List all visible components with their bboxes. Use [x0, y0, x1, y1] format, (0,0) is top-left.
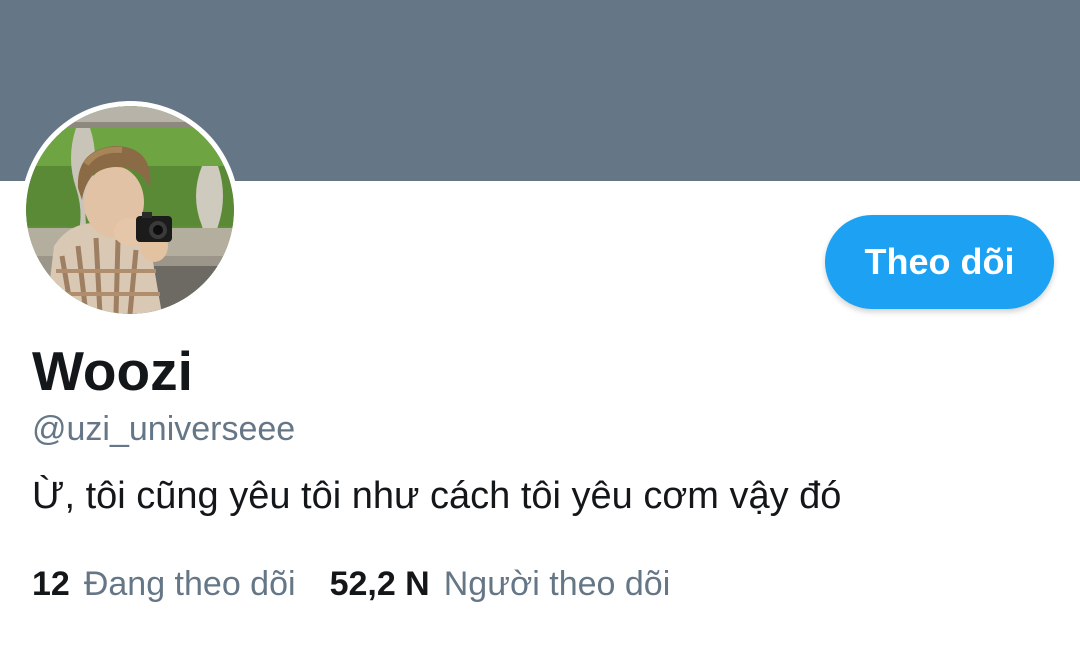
following-count: 12 — [32, 565, 70, 603]
follow-button[interactable]: Theo dõi — [825, 215, 1054, 309]
display-name: Woozi — [32, 340, 193, 402]
following-stat[interactable]: 12 Đang theo dõi — [32, 562, 296, 606]
following-label: Đang theo dõi — [83, 565, 296, 603]
followers-label: Người theo dõi — [443, 565, 671, 603]
profile-page: Theo dõi Woozi @uzi_universeee Ừ, tôi cũ… — [0, 0, 1080, 646]
followers-count: 52,2 N — [329, 565, 430, 603]
profile-photo — [26, 106, 234, 314]
profile-stats: 12 Đang theo dõi 52,2 N Người theo dõi — [32, 562, 670, 606]
user-handle: @uzi_universeee — [32, 410, 296, 448]
avatar[interactable] — [21, 101, 239, 319]
profile-bio: Ừ, tôi cũng yêu tôi như cách tôi yêu cơm… — [32, 475, 842, 517]
followers-stat[interactable]: 52,2 N Người theo dõi — [330, 562, 671, 606]
